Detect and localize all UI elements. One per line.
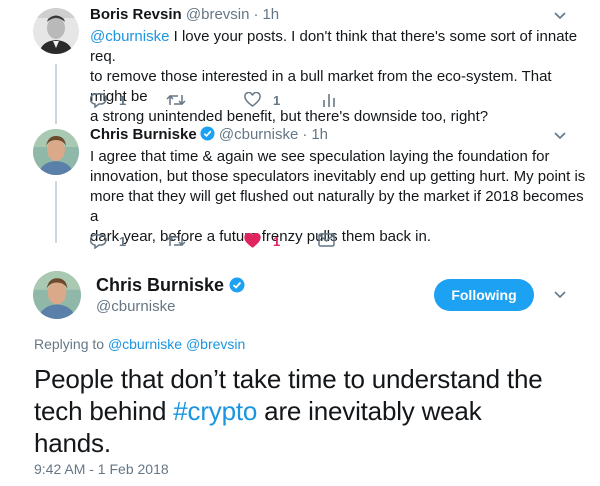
chevron-down-icon[interactable] <box>553 9 567 23</box>
author-name[interactable]: Chris Burniske <box>90 126 197 143</box>
like-button[interactable]: 1 <box>244 92 280 108</box>
chevron-down-icon[interactable] <box>553 288 567 302</box>
direct-message-button[interactable] <box>318 233 335 247</box>
tweet-header: Boris Revsin @brevsin · 1h <box>90 6 279 23</box>
tweet-header: Chris Burniske @cburniske · 1h <box>90 126 328 143</box>
avatar[interactable] <box>33 129 79 175</box>
envelope-icon <box>318 233 335 247</box>
author-handle[interactable]: @cburniske <box>96 298 175 315</box>
author-handle[interactable]: @brevsin <box>186 6 250 23</box>
like-button[interactable]: 1 <box>244 233 280 249</box>
reply-button[interactable]: 1 <box>90 92 126 108</box>
avatar[interactable] <box>33 271 81 319</box>
analytics-icon <box>323 94 335 107</box>
thread-connector <box>55 181 57 243</box>
chevron-down-icon[interactable] <box>553 129 567 143</box>
heart-icon <box>244 92 261 107</box>
retweet-button[interactable] <box>166 233 186 249</box>
separator-dot: · <box>253 6 259 23</box>
reply-icon <box>90 93 107 108</box>
separator-dot: · <box>302 126 308 143</box>
retweet-icon <box>166 94 186 106</box>
retweet-icon <box>166 235 186 247</box>
replying-to: Replying to @cburniske @brevsin <box>34 336 246 352</box>
author-handle[interactable]: @cburniske <box>219 126 298 143</box>
following-button[interactable]: Following <box>434 279 534 311</box>
tweet-text: I agree that time & again we see specula… <box>90 148 586 245</box>
tweet-timestamp[interactable]: 9:42 AM - 1 Feb 2018 <box>34 461 169 477</box>
tweet-actions: 1 1 <box>90 92 570 112</box>
verified-badge-icon <box>229 277 245 293</box>
replying-mentions[interactable]: @cburniske @brevsin <box>108 336 245 352</box>
reply-button[interactable]: 1 <box>90 233 126 249</box>
heart-icon <box>244 233 261 248</box>
reply-icon <box>90 234 107 249</box>
tweet-actions: 1 1 <box>90 233 570 253</box>
tweet-time[interactable]: 1h <box>262 6 279 23</box>
tweet-text: @cburniske I love your posts. I don't th… <box>90 28 578 125</box>
author-name[interactable]: Boris Revsin <box>90 6 182 23</box>
main-tweet-text: People that don’t take time to understan… <box>34 364 543 458</box>
retweet-button[interactable] <box>166 92 186 108</box>
avatar[interactable] <box>33 8 79 54</box>
verified-badge-icon <box>200 126 215 141</box>
mention-link[interactable]: @cburniske <box>90 28 169 45</box>
thread-connector <box>55 64 57 124</box>
tweet-time[interactable]: 1h <box>311 126 328 143</box>
hashtag-link[interactable]: #crypto <box>173 396 257 426</box>
author-name[interactable]: Chris Burniske <box>96 275 245 296</box>
analytics-button[interactable] <box>322 92 336 108</box>
